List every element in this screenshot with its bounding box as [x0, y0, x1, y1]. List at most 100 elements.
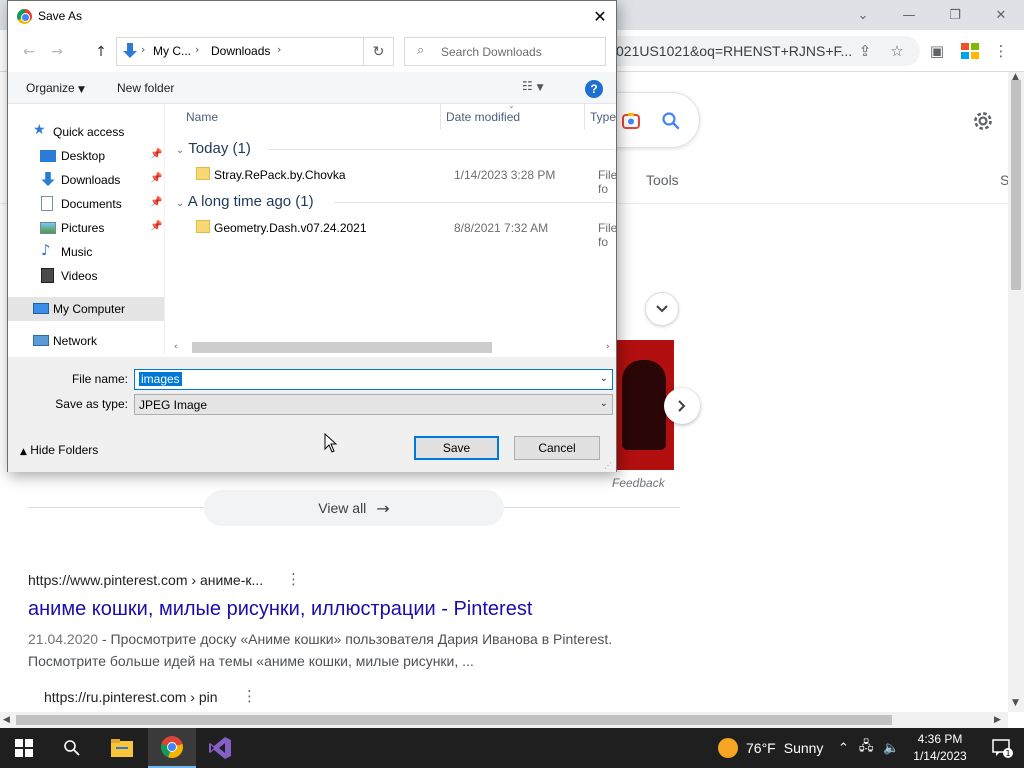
visual-studio-app[interactable]	[196, 728, 244, 768]
breadcrumb-my-computer[interactable]: My C...	[153, 44, 191, 58]
save-as-type-select[interactable]: JPEG Image ⌄	[134, 394, 613, 415]
weather-temp: 76°F	[746, 740, 776, 756]
volume-icon[interactable]: 🔈	[883, 741, 899, 756]
extension-icon[interactable]	[957, 38, 983, 64]
scrollbar-thumb[interactable]	[1011, 80, 1021, 290]
weather-widget[interactable]: 76°F Sunny	[718, 728, 823, 768]
side-panel-icon[interactable]: ▣	[924, 38, 950, 64]
scroll-down-icon[interactable]: ▼	[1012, 698, 1019, 708]
search-icon[interactable]	[661, 111, 681, 131]
sort-chevron-icon: ⌄	[508, 104, 515, 110]
dialog-titlebar[interactable]: Save As ✕	[8, 1, 616, 32]
minimize-button[interactable]: —	[886, 0, 932, 30]
resize-grip-icon[interactable]: ⋰	[604, 461, 612, 470]
browser-menu-icon[interactable]: ⋮	[988, 38, 1014, 64]
scrollbar-thumb[interactable]	[192, 342, 492, 353]
view-all-button[interactable]: View all →	[204, 490, 504, 526]
nav-label: Network	[53, 334, 98, 348]
close-icon[interactable]: ✕	[586, 3, 614, 30]
refresh-icon[interactable]: ↻	[364, 37, 394, 66]
file-explorer-app[interactable]	[98, 728, 146, 768]
group-header-today[interactable]: ⌄ Today (1)	[176, 140, 251, 157]
result-title-link[interactable]: аниме кошки, милые рисунки, иллюстрации …	[28, 598, 532, 621]
nav-item-quick-access[interactable]: ★ Quick access	[8, 120, 164, 144]
scroll-right-icon[interactable]: ▶	[994, 715, 1001, 725]
tray-expand-icon[interactable]: ⌃	[838, 741, 849, 756]
scroll-left-icon[interactable]: ‹	[174, 342, 178, 352]
result-snippet-text: - Просмотрите доску «Аниме кошки» пользо…	[28, 631, 613, 669]
group-divider	[334, 202, 614, 203]
feedback-link[interactable]: Feedback	[612, 476, 665, 490]
view-options-icon[interactable]: ☷ ▼	[522, 79, 562, 97]
search-downloads-input[interactable]: ⌕ Search Downloads	[404, 37, 606, 66]
pin-icon[interactable]: 📌	[150, 173, 162, 184]
hide-folders-toggle[interactable]: ▲ Hide Folders	[20, 443, 98, 457]
group-header-long-ago[interactable]: ⌄ A long time ago (1)	[176, 193, 314, 210]
back-arrow-icon[interactable]: ←	[18, 42, 40, 62]
nav-item-documents[interactable]: Documents 📌	[8, 192, 164, 216]
new-folder-button[interactable]: New folder	[117, 81, 174, 95]
bookmark-star-icon[interactable]: ☆	[884, 38, 910, 64]
address-breadcrumb[interactable]: › My C... › Downloads › ⌄	[116, 37, 457, 66]
chevron-down-icon[interactable]: ⌄	[600, 398, 608, 409]
column-divider[interactable]	[584, 104, 585, 130]
scrollbar-thumb[interactable]	[16, 715, 892, 725]
browser-close-button[interactable]: ✕	[978, 0, 1024, 30]
breadcrumb-downloads[interactable]: Downloads	[211, 44, 270, 58]
chevron-down-icon[interactable]	[645, 292, 679, 326]
save-button[interactable]: Save	[414, 436, 499, 460]
scroll-left-icon[interactable]: ◀	[3, 715, 10, 725]
notification-button[interactable]: 1	[982, 728, 1022, 768]
scroll-right-icon[interactable]: ›	[606, 342, 610, 352]
lens-icon[interactable]	[621, 111, 641, 131]
clock[interactable]: 4:36 PM 1/14/2023	[900, 731, 980, 765]
nav-label: My Computer	[53, 302, 126, 316]
download-icon	[41, 172, 55, 187]
nav-item-downloads[interactable]: Downloads 📌	[8, 168, 164, 192]
tools-tab[interactable]: Tools	[646, 172, 679, 188]
chrome-logo-icon	[17, 9, 32, 24]
nav-item-my-computer[interactable]: My Computer	[8, 297, 164, 321]
network-icon[interactable]: 🖧	[859, 737, 874, 759]
nav-item-pictures[interactable]: Pictures 📌	[8, 216, 164, 240]
chevron-down-icon: ⌄	[176, 198, 185, 209]
column-divider[interactable]	[440, 104, 441, 130]
result-url[interactable]: https://www.pinterest.com › аниме-к...	[28, 572, 263, 588]
nav-item-desktop[interactable]: Desktop 📌	[8, 144, 164, 168]
settings-gear-icon[interactable]	[970, 108, 996, 134]
share-icon[interactable]: ⇪	[852, 38, 878, 64]
pin-icon[interactable]: 📌	[150, 197, 162, 208]
navigation-pane: ★ Quick access Desktop 📌 Downloads 📌 Doc…	[8, 104, 165, 354]
forward-arrow-icon[interactable]: →	[46, 42, 68, 62]
file-row[interactable]: Geometry.Dash.v07.24.2021 8/8/2021 7:32 …	[186, 217, 616, 249]
more-options-icon[interactable]: ⋮	[286, 570, 301, 588]
horizontal-scrollbar[interactable]: ◀ ▶	[0, 712, 1008, 728]
file-row[interactable]: Stray.RePack.by.Chovka 1/14/2023 3:28 PM…	[186, 164, 616, 196]
breadcrumb-chevron-icon[interactable]: ›	[277, 43, 281, 56]
chevron-right-icon[interactable]	[664, 388, 700, 424]
chrome-app[interactable]	[148, 728, 196, 768]
column-header-type[interactable]: Type	[590, 110, 616, 132]
tab-search-icon[interactable]: ⌄	[840, 0, 886, 30]
organize-menu[interactable]: Organize ▼	[26, 81, 85, 95]
restore-button[interactable]: ❐	[932, 0, 978, 30]
start-button[interactable]	[0, 728, 48, 768]
pin-icon[interactable]: 📌	[150, 149, 162, 160]
cancel-button[interactable]: Cancel	[514, 436, 600, 460]
file-date: 1/14/2023 3:28 PM	[454, 168, 556, 182]
file-list-horizontal-scrollbar[interactable]: ‹ ›	[172, 339, 616, 356]
result-url[interactable]: https://ru.pinterest.com › pin	[44, 689, 218, 705]
taskbar-search-button[interactable]	[48, 728, 96, 768]
nav-item-network[interactable]: Network	[8, 329, 164, 353]
help-icon[interactable]: ?	[585, 80, 603, 98]
column-header-name[interactable]: Name	[186, 110, 218, 132]
file-name-input[interactable]: images ⌄	[134, 369, 613, 390]
chevron-down-icon[interactable]: ⌄	[600, 373, 608, 384]
vertical-scrollbar[interactable]: ▲ ▼	[1008, 72, 1024, 712]
column-header-date[interactable]: Date modified	[446, 110, 520, 132]
nav-item-music[interactable]: ♪ Music	[8, 240, 164, 264]
more-options-icon[interactable]: ⋮	[242, 687, 257, 705]
up-arrow-icon[interactable]: ↑	[90, 42, 112, 62]
pin-icon[interactable]: 📌	[150, 221, 162, 232]
nav-item-videos[interactable]: Videos	[8, 264, 164, 288]
